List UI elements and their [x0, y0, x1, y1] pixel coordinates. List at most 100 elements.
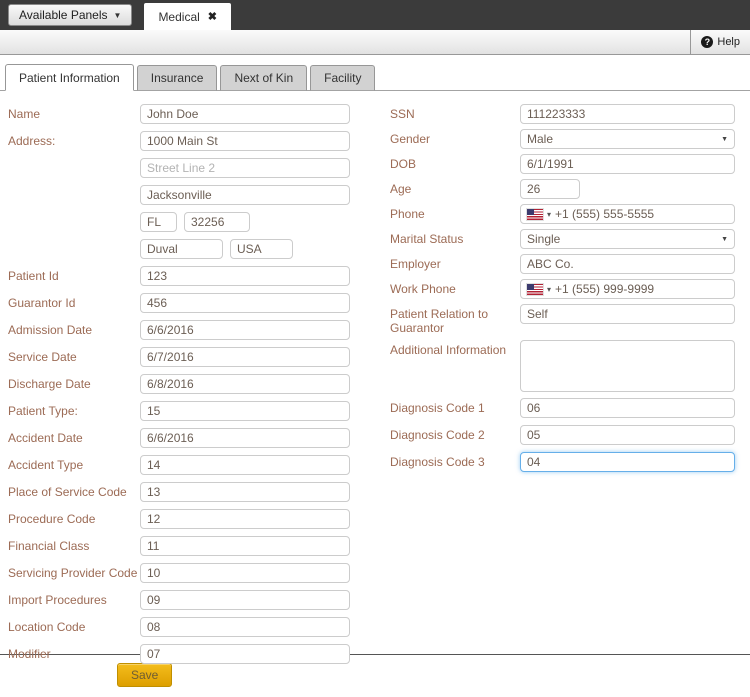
chevron-down-icon[interactable]: ▾ — [547, 210, 551, 219]
diagnosis-code-2-input[interactable] — [520, 425, 735, 445]
form-row: Servicing Provider Code — [8, 563, 350, 583]
accident-type-input[interactable] — [140, 455, 350, 475]
procedure-code-label: Procedure Code — [8, 509, 140, 526]
admission-date-input[interactable] — [140, 320, 350, 340]
employer-label: Employer — [390, 254, 520, 271]
patient-type-label: Patient Type: — [8, 401, 140, 418]
county-input[interactable] — [140, 239, 223, 259]
form-row: Work Phone ▾ +1 (555) 999-9999 — [390, 279, 735, 299]
ssn-label: SSN — [390, 104, 520, 121]
tab-patient-information[interactable]: Patient Information — [5, 64, 134, 91]
form-row: Guarantor Id — [8, 293, 350, 313]
servicing-provider-code-input[interactable] — [140, 563, 350, 583]
dob-input[interactable] — [520, 154, 735, 174]
name-input[interactable] — [140, 104, 350, 124]
city-input[interactable] — [140, 185, 350, 205]
servicing-provider-code-label: Servicing Provider Code — [8, 563, 140, 580]
modifier-label: Modifier — [8, 644, 140, 661]
chevron-down-icon: ▼ — [721, 136, 728, 143]
location-code-input[interactable] — [140, 617, 350, 637]
phone-label: Phone — [390, 204, 520, 221]
tab-next-of-kin[interactable]: Next of Kin — [220, 65, 307, 91]
accident-date-input[interactable] — [140, 428, 350, 448]
marital-status-select[interactable]: Single ▼ — [520, 229, 735, 249]
patient-id-input[interactable] — [140, 266, 350, 286]
form-row: Age — [390, 179, 735, 199]
patient-relation-to-guarantor-input[interactable] — [520, 304, 735, 324]
form-row: Name — [8, 104, 350, 124]
address-line1-input[interactable] — [140, 131, 350, 151]
us-flag-icon[interactable] — [527, 284, 543, 295]
tab-insurance[interactable]: Insurance — [137, 65, 218, 91]
guarantor-id-label: Guarantor Id — [8, 293, 140, 310]
tab-facility[interactable]: Facility — [310, 65, 375, 91]
admission-date-label: Admission Date — [8, 320, 140, 337]
age-input[interactable] — [520, 179, 580, 199]
diagnosis-code-1-input[interactable] — [520, 398, 735, 418]
form-row: Employer — [390, 254, 735, 274]
help-button[interactable]: ? Help — [690, 30, 750, 54]
place-of-service-code-input[interactable] — [140, 482, 350, 502]
help-icon: ? — [701, 36, 713, 48]
gender-select[interactable]: Male ▼ — [520, 129, 735, 149]
form-row: Place of Service Code — [8, 482, 350, 502]
panel-tab-medical[interactable]: Medical ✖ — [144, 3, 231, 30]
financial-class-input[interactable] — [140, 536, 350, 556]
guarantor-id-input[interactable] — [140, 293, 350, 313]
ssn-input[interactable] — [520, 104, 735, 124]
employer-input[interactable] — [520, 254, 735, 274]
diagnosis-code-2-label: Diagnosis Code 2 — [390, 425, 520, 442]
form-row: Patient Type: — [8, 401, 350, 421]
close-icon[interactable]: ✖ — [208, 10, 217, 23]
chevron-down-icon: ▼ — [114, 11, 122, 20]
form-row — [8, 185, 350, 205]
form-row: Patient Id — [8, 266, 350, 286]
name-label: Name — [8, 104, 140, 121]
chevron-down-icon[interactable]: ▾ — [547, 285, 551, 294]
form-row — [8, 212, 350, 232]
discharge-date-input[interactable] — [140, 374, 350, 394]
country-input[interactable] — [230, 239, 293, 259]
work-phone-value: +1 (555) 999-9999 — [555, 282, 654, 296]
form-row: Procedure Code — [8, 509, 350, 529]
gender-selected-value: Male — [527, 132, 553, 146]
chevron-down-icon: ▼ — [721, 236, 728, 243]
form-row: Location Code — [8, 617, 350, 637]
diagnosis-code-3-input[interactable] — [520, 452, 735, 472]
patient-type-input[interactable] — [140, 401, 350, 421]
form-row: Discharge Date — [8, 374, 350, 394]
zip-input[interactable] — [184, 212, 250, 232]
procedure-code-input[interactable] — [140, 509, 350, 529]
work-phone-input[interactable]: ▾ +1 (555) 999-9999 — [520, 279, 735, 299]
dob-label: DOB — [390, 154, 520, 171]
form-row: Additional Information — [390, 340, 735, 392]
accident-date-label: Accident Date — [8, 428, 140, 445]
us-flag-icon[interactable] — [527, 209, 543, 220]
form-left-column: Name Address: — [8, 104, 350, 671]
accident-type-label: Accident Type — [8, 455, 140, 472]
form-row: Admission Date — [8, 320, 350, 340]
help-label: Help — [717, 36, 740, 48]
marital-status-label: Marital Status — [390, 229, 520, 246]
import-procedures-label: Import Procedures — [8, 590, 140, 607]
diagnosis-code-3-label: Diagnosis Code 3 — [390, 452, 520, 469]
phone-value: +1 (555) 555-5555 — [555, 207, 654, 221]
form-row: SSN — [390, 104, 735, 124]
address-line2-input[interactable] — [140, 158, 350, 178]
patient-id-label: Patient Id — [8, 266, 140, 283]
state-input[interactable] — [140, 212, 177, 232]
form-row: Diagnosis Code 3 — [390, 452, 735, 472]
phone-input[interactable]: ▾ +1 (555) 555-5555 — [520, 204, 735, 224]
form-row: Patient Relation to Guarantor — [390, 304, 735, 335]
service-date-input[interactable] — [140, 347, 350, 367]
form-row: Gender Male ▼ — [390, 129, 735, 149]
additional-information-textarea[interactable] — [520, 340, 735, 392]
import-procedures-input[interactable] — [140, 590, 350, 610]
top-bar: Available Panels ▼ Medical ✖ — [0, 0, 750, 30]
modifier-input[interactable] — [140, 644, 350, 664]
patient-relation-label: Patient Relation to Guarantor — [390, 304, 520, 335]
toolbar: ? Help — [0, 30, 750, 55]
available-panels-button[interactable]: Available Panels ▼ — [8, 4, 132, 26]
form-row: DOB — [390, 154, 735, 174]
service-date-label: Service Date — [8, 347, 140, 364]
